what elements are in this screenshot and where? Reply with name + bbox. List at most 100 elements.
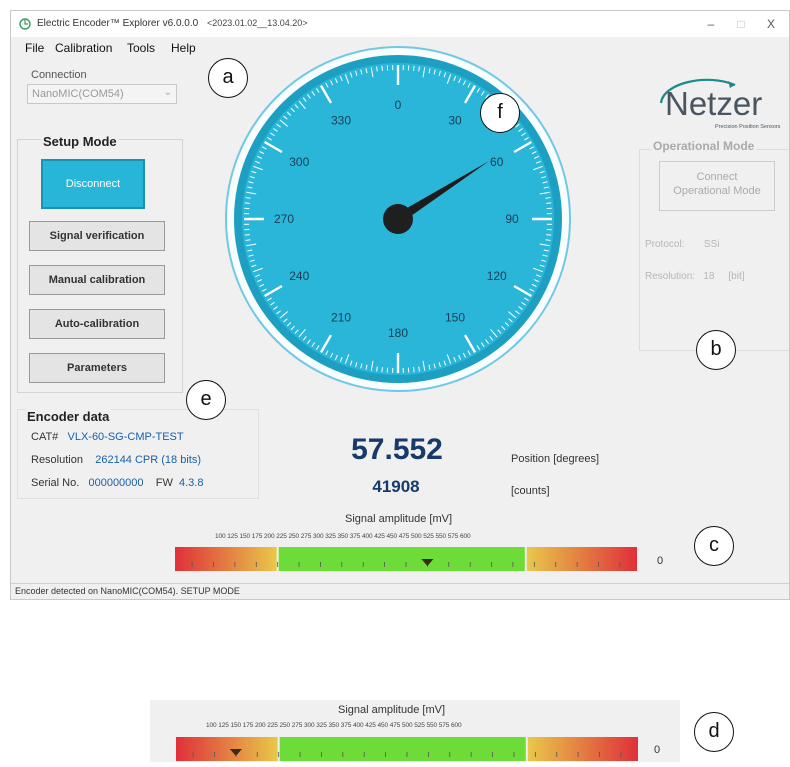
encoder-data-title: Encoder data bbox=[25, 409, 112, 424]
gauge-label: 240 bbox=[289, 269, 309, 283]
position-gauge: 0 30 60 90 120 150 180 210 240 270 300 330 bbox=[225, 46, 571, 392]
gauge-tick bbox=[413, 367, 415, 373]
chevron-down-icon: ⌄ bbox=[163, 87, 172, 98]
menu-calibration[interactable]: Calibration bbox=[55, 41, 112, 55]
gauge-label: 60 bbox=[490, 155, 504, 169]
op-resolution-value: 18 bbox=[703, 271, 715, 282]
protocol-label: Protocol: bbox=[645, 239, 685, 250]
gauge-tick bbox=[418, 66, 420, 72]
gauge-tick bbox=[545, 239, 551, 241]
callout-d: d bbox=[694, 712, 734, 752]
logo-text: Netzer bbox=[665, 85, 762, 122]
window-title-name: Electric Encoder™ Explorer v6.0.0.0 bbox=[37, 18, 199, 29]
gauge-tick bbox=[245, 239, 251, 241]
cat-label: CAT# bbox=[31, 431, 59, 443]
callout-b: b bbox=[696, 330, 736, 370]
encoder-serial-row: Serial No. 000000000 FW 4.3.8 bbox=[31, 477, 203, 489]
callout-e: e bbox=[186, 380, 226, 420]
gauge-hub bbox=[383, 204, 413, 234]
fw-value: 4.3.8 bbox=[179, 477, 204, 489]
resolution-value: 262144 CPR (18 bits) bbox=[95, 454, 201, 466]
cat-value: VLX-60-SG-CMP-TEST bbox=[67, 431, 184, 443]
gauge-label: 0 bbox=[395, 98, 402, 112]
callout-a: a bbox=[208, 58, 248, 98]
connect-operational-line2: Operational Mode bbox=[673, 185, 761, 197]
gauge-tick bbox=[244, 202, 250, 204]
op-resolution-unit: [bit] bbox=[728, 271, 745, 282]
status-text: Encoder detected on NanoMIC(COM54). SETU… bbox=[15, 586, 240, 596]
gauge-tick bbox=[244, 234, 250, 236]
gauge-label: 30 bbox=[448, 113, 462, 127]
signal-zone-low bbox=[176, 737, 278, 761]
disconnect-button[interactable]: Disconnect bbox=[41, 159, 145, 209]
gauge-tick bbox=[546, 202, 552, 204]
netzer-logo: Netzer Precision Position Sensors bbox=[659, 78, 781, 130]
connect-operational-button[interactable]: Connect Operational Mode bbox=[659, 161, 775, 211]
gauge-tick bbox=[546, 234, 552, 236]
connect-operational-line1: Connect bbox=[696, 171, 738, 183]
menu-file[interactable]: File bbox=[25, 41, 44, 55]
signal-bar-detail bbox=[176, 737, 638, 761]
signal-amplitude-detail: Signal amplitude [mV] 100 125 150 175 20… bbox=[150, 700, 680, 762]
signal-verification-button[interactable]: Signal verification bbox=[29, 221, 165, 251]
gauge-tick bbox=[381, 367, 383, 373]
minimize-icon[interactable]: – bbox=[701, 15, 721, 33]
position-counts-label: [counts] bbox=[511, 485, 550, 497]
parameters-button[interactable]: Parameters bbox=[29, 353, 165, 383]
operational-title: Operational Mode bbox=[651, 139, 757, 153]
gauge-label: 300 bbox=[289, 155, 309, 169]
signal-tick-labels-detail: 100 125 150 175 200 225 250 275 300 325 … bbox=[206, 722, 462, 729]
gauge-tick bbox=[545, 197, 551, 199]
gauge-tick bbox=[418, 366, 420, 372]
signal-title: Signal amplitude [mV] bbox=[345, 513, 452, 525]
window-title: Electric Encoder™ Explorer v6.0.0.0 <202… bbox=[37, 18, 308, 29]
encoder-cat-row: CAT# VLX-60-SG-CMP-TEST bbox=[31, 431, 184, 443]
window-build: <2023.01.02__13.04.20> bbox=[206, 18, 308, 28]
signal-zone-high bbox=[527, 737, 638, 761]
signal-zone-ok bbox=[278, 547, 525, 571]
menu-help[interactable]: Help bbox=[171, 41, 196, 55]
gauge-label: 210 bbox=[331, 311, 351, 325]
op-resolution-row: Resolution: 18 [bit] bbox=[645, 271, 745, 282]
signal-readout: 0 bbox=[657, 555, 664, 567]
protocol-value: SSi bbox=[703, 239, 720, 250]
logo-tagline: Precision Position Sensors bbox=[715, 124, 781, 130]
gauge-label: 90 bbox=[505, 212, 519, 226]
gauge-label: 270 bbox=[274, 212, 294, 226]
signal-tick-labels: 100 125 150 175 200 225 250 275 300 325 … bbox=[215, 533, 471, 540]
connection-label: Connection bbox=[31, 69, 87, 81]
gauge-tick bbox=[381, 65, 383, 71]
gauge-label: 330 bbox=[331, 113, 351, 127]
gauge-label: 120 bbox=[487, 269, 507, 283]
callout-f: f bbox=[480, 93, 520, 133]
serial-value: 000000000 bbox=[88, 477, 144, 489]
signal-readout-detail: 0 bbox=[654, 744, 661, 756]
app-icon bbox=[19, 18, 31, 30]
connection-value: NanoMIC(COM54) bbox=[32, 88, 124, 100]
gauge-tick bbox=[376, 366, 378, 372]
gauge-tick bbox=[413, 65, 415, 71]
maximize-icon[interactable]: □ bbox=[731, 15, 751, 33]
resolution-label: Resolution bbox=[31, 454, 83, 466]
gauge-tick bbox=[376, 66, 378, 72]
signal-zone-ok bbox=[279, 737, 526, 761]
protocol-row: Protocol: SSi bbox=[645, 239, 719, 250]
gauge-tick bbox=[245, 197, 251, 199]
signal-zone-low bbox=[175, 547, 277, 571]
auto-calibration-button[interactable]: Auto-calibration bbox=[29, 309, 165, 339]
menu-tools[interactable]: Tools bbox=[127, 41, 155, 55]
manual-calibration-button[interactable]: Manual calibration bbox=[29, 265, 165, 295]
setup-title: Setup Mode bbox=[41, 134, 119, 149]
callout-c: c bbox=[694, 526, 734, 566]
gauge-label: 180 bbox=[388, 326, 408, 340]
op-resolution-label: Resolution: bbox=[645, 271, 696, 282]
serial-label: Serial No. bbox=[31, 477, 80, 489]
signal-title-detail: Signal amplitude [mV] bbox=[338, 704, 445, 716]
connection-select[interactable]: NanoMIC(COM54) ⌄ bbox=[27, 84, 177, 104]
signal-amplitude-panel: Signal amplitude [mV] 100 125 150 175 20… bbox=[175, 511, 695, 575]
position-degrees-label: Position [degrees] bbox=[511, 453, 600, 465]
signal-bar bbox=[175, 547, 637, 571]
close-icon[interactable]: X bbox=[761, 15, 781, 33]
fw-label: FW bbox=[155, 477, 173, 489]
app-window: Electric Encoder™ Explorer v6.0.0.0 <202… bbox=[10, 10, 790, 600]
